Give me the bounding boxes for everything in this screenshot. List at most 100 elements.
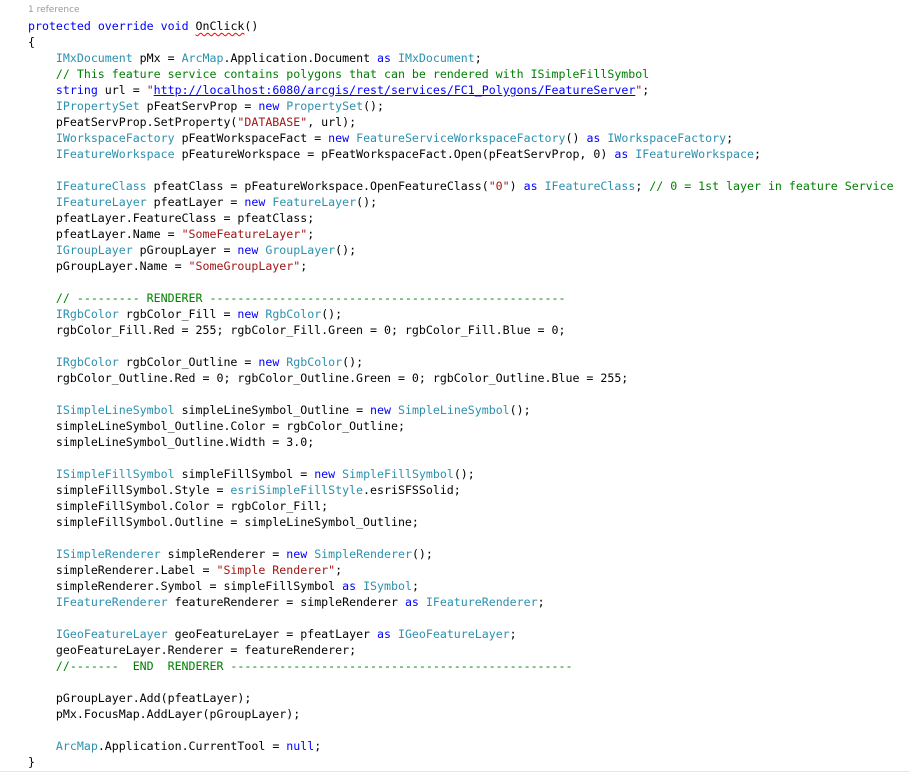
- code-token: IFeatureWorkspace: [55, 147, 175, 161]
- code-token: rgbColor_Outline.Red = 0; rgbColor_Outli…: [28, 371, 629, 385]
- code-line[interactable]: simpleLineSymbol_Outline.Color = rgbColo…: [28, 418, 894, 434]
- code-line[interactable]: simpleLineSymbol_Outline.Width = 3.0;: [28, 434, 894, 450]
- code-token: RgbColor: [265, 307, 322, 321]
- code-token: new: [370, 403, 391, 417]
- code-token: FeatureLayer: [272, 195, 357, 209]
- code-token: protected: [28, 19, 91, 33]
- code-line[interactable]: ISimpleFillSymbol simpleFillSymbol = new…: [28, 466, 894, 482]
- code-token: null: [286, 739, 315, 753]
- code-line[interactable]: IWorkspaceFactory pFeatWorkspaceFact = n…: [28, 130, 894, 146]
- code-line[interactable]: ISimpleRenderer simpleRenderer = new Sim…: [28, 546, 894, 562]
- code-line[interactable]: IPropertySet pFeatServProp = new Propert…: [28, 98, 894, 114]
- code-line[interactable]: pFeatServProp.SetProperty("DATABASE", ur…: [28, 114, 894, 130]
- code-line[interactable]: IFeatureClass pfeatClass = pFeatureWorks…: [28, 178, 894, 194]
- code-line[interactable]: pMx.FocusMap.AddLayer(pGroupLayer);: [28, 706, 894, 722]
- code-editor[interactable]: 1 reference protected override void OnCl…: [0, 0, 910, 782]
- code-line[interactable]: string url = "http://localhost:6080/arcg…: [28, 82, 894, 98]
- code-token: simpleLineSymbol_Outline =: [174, 403, 371, 417]
- code-line[interactable]: IFeatureWorkspace pFeatureWorkspace = pF…: [28, 146, 894, 162]
- code-line[interactable]: pGroupLayer.Add(pfeatLayer);: [28, 690, 894, 706]
- code-line[interactable]: simpleRenderer.Label = "Simple Renderer"…: [28, 562, 894, 578]
- code-line[interactable]: simpleFillSymbol.Style = esriSimpleFillS…: [28, 482, 894, 498]
- code-line[interactable]: geoFeatureLayer.Renderer = featureRender…: [28, 642, 894, 658]
- code-token: ArcMap: [181, 51, 224, 65]
- code-line[interactable]: IGeoFeatureLayer geoFeatureLayer = pfeat…: [28, 626, 894, 642]
- code-line[interactable]: protected override void OnClick(): [28, 18, 894, 34]
- code-line[interactable]: ​: [28, 274, 894, 290]
- code-token: IRgbColor: [55, 307, 119, 321]
- code-token: IFeatureLayer: [55, 195, 147, 209]
- code-token: .Application.Document: [223, 51, 378, 65]
- code-line[interactable]: {: [28, 34, 894, 50]
- code-line[interactable]: ​: [28, 338, 894, 354]
- code-token: ISimpleFillSymbol: [55, 467, 175, 481]
- code-line[interactable]: IGroupLayer pGroupLayer = new GroupLayer…: [28, 242, 894, 258]
- code-token: simpleRenderer.Symbol = simpleFillSymbol: [28, 579, 343, 593]
- code-token: ISymbol: [363, 579, 412, 593]
- code-line[interactable]: rgbColor_Outline.Red = 0; rgbColor_Outli…: [28, 370, 894, 386]
- code-token: rgbColor_Fill.Red = 255; rgbColor_Fill.G…: [28, 323, 566, 337]
- code-token: as: [377, 627, 391, 641]
- code-line[interactable]: //------- END RENDERER -----------------…: [28, 658, 894, 674]
- code-line[interactable]: IFeatureRenderer featureRenderer = simpl…: [28, 594, 894, 610]
- code-token: IMxDocument: [397, 51, 475, 65]
- code-line[interactable]: simpleFillSymbol.Color = rgbColor_Fill;: [28, 498, 894, 514]
- code-token: as: [614, 147, 629, 161]
- code-line[interactable]: // This feature service contains polygon…: [28, 66, 894, 82]
- code-line[interactable]: pfeatLayer.Name = "SomeFeatureLayer";: [28, 226, 894, 242]
- code-line[interactable]: IFeatureLayer pfeatLayer = new FeatureLa…: [28, 194, 894, 210]
- code-token: .esriSFSSolid;: [363, 483, 461, 497]
- code-line[interactable]: ​: [28, 674, 894, 690]
- code-token: // This feature service contains polygon…: [55, 67, 650, 81]
- code-token: IPropertySet: [55, 99, 140, 113]
- code-line[interactable]: ​: [28, 530, 894, 546]
- code-token: ();: [363, 99, 385, 113]
- code-line[interactable]: rgbColor_Fill.Red = 255; rgbColor_Fill.G…: [28, 322, 894, 338]
- code-line[interactable]: simpleRenderer.Symbol = simpleFillSymbol…: [28, 578, 894, 594]
- code-token: simpleFillSymbol =: [174, 467, 315, 481]
- code-token: geoFeatureLayer.Renderer = featureRender…: [28, 643, 357, 657]
- code-token: ;: [474, 51, 482, 65]
- code-line[interactable]: }: [28, 754, 894, 770]
- code-line[interactable]: IMxDocument pMx = ArcMap.Application.Doc…: [28, 50, 894, 66]
- code-token: override: [97, 19, 154, 33]
- code-token: pMx =: [132, 51, 182, 65]
- code-token: pGroupLayer.Add(pfeatLayer);: [28, 691, 252, 705]
- code-token: "SomeFeatureLayer": [181, 227, 308, 241]
- code-line[interactable]: // --------- RENDERER ------------------…: [28, 290, 894, 306]
- code-token: IGeoFeatureLayer: [397, 627, 510, 641]
- code-line[interactable]: ​: [28, 722, 894, 738]
- code-line[interactable]: ISimpleLineSymbol simpleLineSymbol_Outli…: [28, 402, 894, 418]
- code-line[interactable]: ​: [28, 450, 894, 466]
- code-line[interactable]: IRgbColor rgbColor_Outline = new RgbColo…: [28, 354, 894, 370]
- code-line[interactable]: ArcMap.Application.CurrentTool = null;: [28, 738, 894, 754]
- codelens-reference-count[interactable]: 1 reference: [28, 5, 80, 15]
- code-token: ();: [411, 547, 433, 561]
- code-token: (): [244, 19, 259, 33]
- code-line[interactable]: ​: [28, 386, 894, 402]
- code-token: simpleFillSymbol.Style =: [28, 483, 231, 497]
- code-token: ): [509, 179, 524, 193]
- code-token: pFeatureWorkspace = pFeatWorkspaceFact.O…: [174, 147, 615, 161]
- code-line[interactable]: ​: [28, 610, 894, 626]
- code-token: rgbColor_Fill =: [118, 307, 238, 321]
- code-token: url =: [97, 83, 147, 97]
- code-block[interactable]: protected override void OnClick(){ IMxDo…: [28, 18, 894, 770]
- code-line[interactable]: IRgbColor rgbColor_Fill = new RgbColor()…: [28, 306, 894, 322]
- code-token: simpleFillSymbol.Color = rgbColor_Fill;: [28, 499, 329, 513]
- code-line[interactable]: pGroupLayer.Name = "SomeGroupLayer";: [28, 258, 894, 274]
- code-line[interactable]: ​: [28, 162, 894, 178]
- code-line[interactable]: simpleFillSymbol.Outline = simpleLineSym…: [28, 514, 894, 530]
- code-line[interactable]: pfeatLayer.FeatureClass = pfeatClass;: [28, 210, 894, 226]
- code-token: as: [586, 131, 601, 145]
